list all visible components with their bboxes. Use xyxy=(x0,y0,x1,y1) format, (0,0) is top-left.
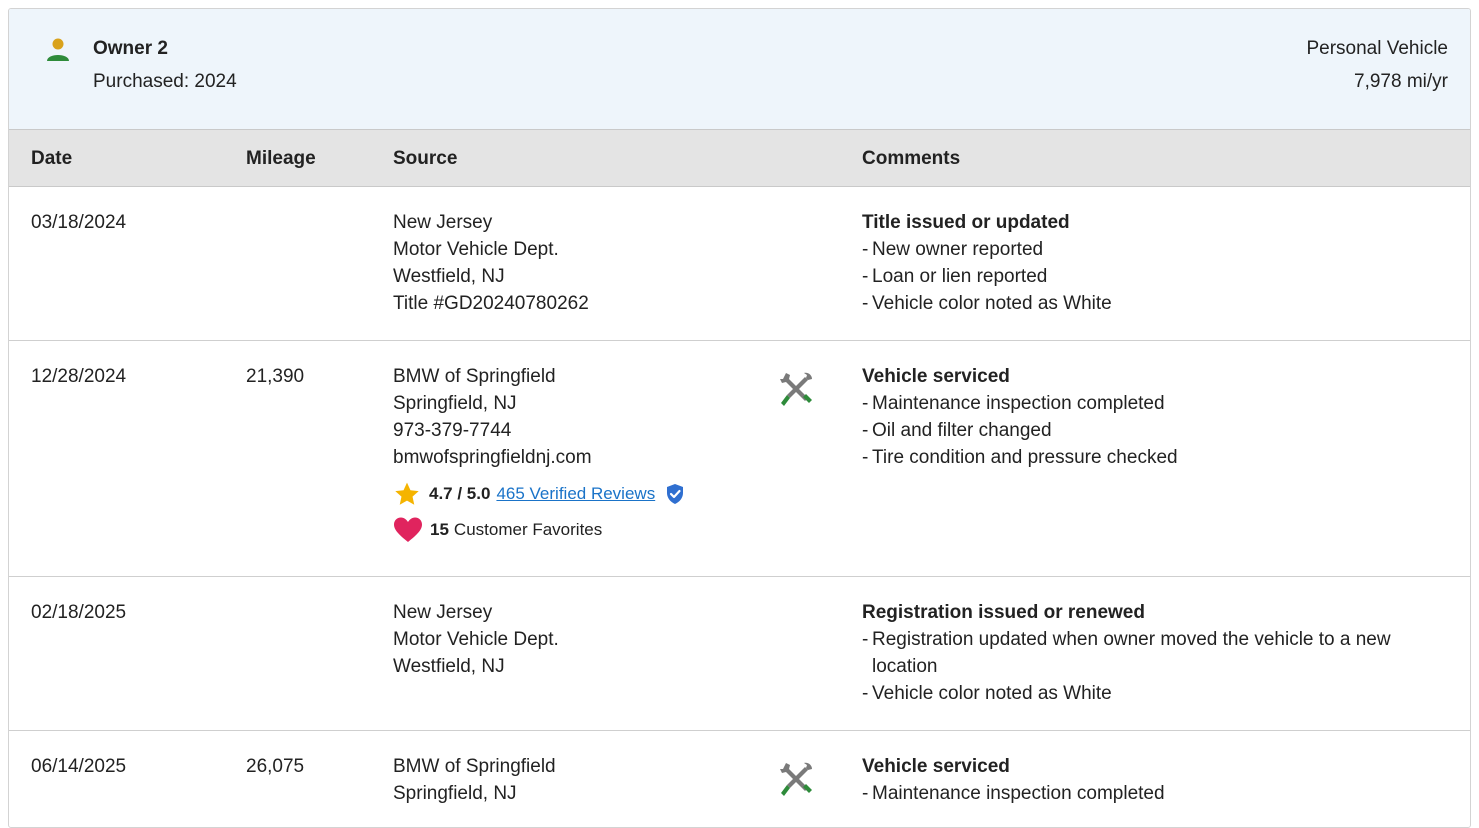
record-source: BMW of Springfield Springfield, NJ xyxy=(393,753,556,807)
source-line: BMW of Springfield xyxy=(393,756,556,777)
source-line: bmwofspringfieldnj.com xyxy=(393,447,592,468)
record-date: 06/14/2025 xyxy=(31,756,127,777)
vehicle-use-type: Personal Vehicle xyxy=(1306,38,1448,59)
comment-title: Vehicle serviced xyxy=(862,366,1010,387)
table-row: 06/14/2025 26,075 BMW of Springfield Spr… xyxy=(9,731,1470,827)
comment-item: - Loan or lien reported xyxy=(862,266,1048,287)
record-mileage: 21,390 xyxy=(246,366,305,387)
comment-item: - Oil and filter changed xyxy=(862,420,1052,441)
service-wrench-icon xyxy=(780,372,812,406)
source-line: Title #GD20240780262 xyxy=(393,293,589,314)
heart-icon xyxy=(394,517,422,542)
record-comments: Title issued or updated - New owner repor… xyxy=(862,209,1452,317)
column-header-comments: Comments xyxy=(862,148,961,169)
column-header-date: Date xyxy=(31,148,73,169)
comment-item: - Tire condition and pressure checked xyxy=(862,447,1178,468)
customer-favorites: 15 Customer Favorites xyxy=(393,516,685,544)
table-row: 02/18/2025 New Jersey Motor Vehicle Dept… xyxy=(9,577,1470,731)
miles-per-year: 7,978 mi/yr xyxy=(1354,71,1448,92)
record-date: 12/28/2024 xyxy=(31,366,127,387)
record-comments: Vehicle serviced - Maintenance inspection… xyxy=(862,363,1452,471)
comment-item: - Vehicle color noted as White xyxy=(862,293,1112,314)
column-header-source: Source xyxy=(393,148,458,169)
comment-item: - Maintenance inspection completed xyxy=(862,783,1165,804)
record-date: 02/18/2025 xyxy=(31,602,127,623)
verified-shield-icon xyxy=(667,484,684,504)
record-source: New Jersey Motor Vehicle Dept. Westfield… xyxy=(393,599,559,680)
history-table-header: Date Mileage Source Comments xyxy=(9,130,1470,187)
source-line: Motor Vehicle Dept. xyxy=(393,629,559,650)
owner-header: Owner 2 Purchased: 2024 Personal Vehicle… xyxy=(9,9,1470,130)
source-line: Springfield, NJ xyxy=(393,783,517,804)
favorites-label: Customer Favorites xyxy=(453,520,603,539)
owner-name: Owner 2 xyxy=(93,38,168,59)
comment-item: - New owner reported xyxy=(862,239,1044,260)
source-line: Motor Vehicle Dept. xyxy=(393,239,559,260)
source-line: New Jersey xyxy=(393,602,493,623)
source-line: Westfield, NJ xyxy=(393,656,505,677)
comment-title: Title issued or updated xyxy=(862,212,1070,233)
rating-value: 4.7 / 5.0 xyxy=(429,484,491,503)
star-icon xyxy=(395,482,419,505)
source-line: 973-379-7744 xyxy=(393,420,512,441)
column-header-mileage: Mileage xyxy=(246,148,316,169)
comment-title: Vehicle serviced xyxy=(862,756,1010,777)
owner-purchased-year: Purchased: 2024 xyxy=(93,71,237,92)
record-mileage: 26,075 xyxy=(246,756,305,777)
record-comments: Vehicle serviced - Maintenance inspection… xyxy=(862,753,1452,807)
source-line: New Jersey xyxy=(393,212,493,233)
source-line: Westfield, NJ xyxy=(393,266,505,287)
record-date: 03/18/2024 xyxy=(31,212,127,233)
comment-item: - Maintenance inspection completed xyxy=(862,393,1165,414)
source-line: BMW of Springfield xyxy=(393,366,556,387)
record-source: BMW of Springfield Springfield, NJ 973-3… xyxy=(393,363,685,544)
comment-item: - Registration updated when owner moved t… xyxy=(862,629,1391,677)
favorites-count: 15 xyxy=(430,520,449,539)
owner-history-card: Owner 2 Purchased: 2024 Personal Vehicle… xyxy=(8,8,1471,828)
dealer-rating: 4.7 / 5.0 465 Verified Reviews xyxy=(393,481,685,507)
service-wrench-icon xyxy=(780,762,812,796)
record-comments: Registration issued or renewed - Registra… xyxy=(862,599,1452,707)
table-row: 12/28/2024 21,390 BMW of Springfield Spr… xyxy=(9,341,1470,577)
person-icon xyxy=(47,38,69,61)
source-line: Springfield, NJ xyxy=(393,393,517,414)
record-source: New Jersey Motor Vehicle Dept. Westfield… xyxy=(393,209,589,317)
comment-item: - Vehicle color noted as White xyxy=(862,683,1112,704)
comment-title: Registration issued or renewed xyxy=(862,602,1145,623)
verified-reviews-link[interactable]: 465 Verified Reviews xyxy=(496,482,655,506)
table-row: 03/18/2024 New Jersey Motor Vehicle Dept… xyxy=(9,187,1470,341)
